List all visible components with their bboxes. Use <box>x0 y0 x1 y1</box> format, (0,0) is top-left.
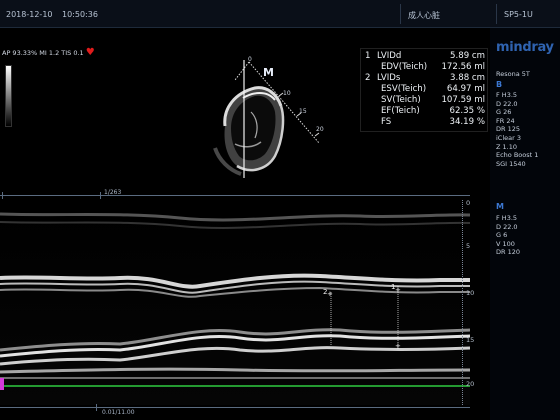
timeline-line[interactable] <box>0 407 470 408</box>
m-param: DR 120 <box>496 248 520 257</box>
cine-position-tick[interactable] <box>100 192 101 199</box>
b-param: G 26 <box>496 108 512 117</box>
measurement-row: EF(Teich) 62.35 % <box>381 106 485 116</box>
header-separator <box>496 4 497 24</box>
b-param: SGI 1540 <box>496 159 526 168</box>
system-model: Resona 5T <box>496 70 530 78</box>
b-param: DR 125 <box>496 125 520 134</box>
right-parameter-panel: mindray Resona 5T B F H3.5 D 22.0 G 26 F… <box>490 28 560 420</box>
probe-name[interactable]: SP5-1U <box>504 10 533 19</box>
depth-5: 5 <box>466 242 471 250</box>
measurement-row: 2 LVIDs 3.88 cm <box>365 73 485 83</box>
measurement-row: ESV(Teich) 64.97 ml <box>381 84 485 94</box>
b-param: FR 24 <box>496 116 515 125</box>
depth-20: 20 <box>466 380 475 388</box>
sector-depth-20: 20 <box>316 126 324 133</box>
timeline-counter: 0.01/11.00 <box>102 409 135 416</box>
caliper-label-1: 1 <box>391 283 396 291</box>
sector-depth-0: 0 <box>248 56 252 63</box>
m-param: V 100 <box>496 239 515 248</box>
exam-preset[interactable]: 成人心脏 <box>408 10 440 21</box>
measurement-row: EDV(Teich) 172.56 ml <box>381 62 485 72</box>
b-mode-sector-image <box>213 60 320 178</box>
sector-depth-10: 10 <box>283 90 291 97</box>
measurement-row: FS 34.19 % <box>381 117 485 127</box>
exam-time: 10:50:36 <box>62 10 98 19</box>
b-param: Echo Boost 1 <box>496 151 539 160</box>
depth-0: 0 <box>466 199 471 207</box>
m-mode-label: M <box>496 202 504 211</box>
b-mode-params: F H3.5 D 22.0 G 26 FR 24 DR 125 iClear 3… <box>490 91 538 168</box>
m-param: F H3.5 <box>496 214 518 222</box>
measurement-results-box[interactable]: 1 LVIDd 5.89 cm EDV(Teich) 172.56 ml 2 L… <box>360 48 488 132</box>
b-param: D 22.0 <box>496 99 518 108</box>
caliper-label-2: 2 <box>323 288 328 296</box>
acoustic-info: AP 93.33% MI 1.2 TIS 0.1 ♥ <box>2 47 95 58</box>
frame-counter: 1/263 <box>104 189 122 196</box>
timeline-tick[interactable] <box>96 404 97 411</box>
depth-15: 15 <box>466 336 475 344</box>
header-separator <box>400 4 401 24</box>
m-mode-params: F H3.5 D 22.0 G 6 V 100 DR 120 <box>490 214 520 257</box>
top-header-bar: 2018-12-10 10:50:36 成人心脏 SP5-1U <box>0 0 560 28</box>
depth-scale-line <box>462 200 464 405</box>
exam-date: 2018-12-10 <box>6 10 53 19</box>
orientation-marker: M <box>263 66 274 79</box>
grayscale-bar <box>5 65 12 127</box>
svg-text:+: + <box>327 290 333 298</box>
m-mode-trace: + + + <box>0 200 470 405</box>
m-param: D 22.0 <box>496 222 518 231</box>
svg-text:+: + <box>395 342 401 350</box>
heart-icon: ♥ <box>85 47 95 58</box>
depth-10: 10 <box>466 289 475 297</box>
sector-depth-15: 15 <box>299 108 307 115</box>
m-param: G 6 <box>496 231 508 240</box>
brand-logo: mindray <box>496 40 554 55</box>
measurement-row: SV(Teich) 107.59 ml <box>381 95 485 105</box>
measurement-row: 1 LVIDd 5.89 cm <box>365 51 485 61</box>
cine-progress-line[interactable] <box>0 195 470 196</box>
b-param: F H3.5 <box>496 91 518 99</box>
b-mode-label: B <box>496 80 503 89</box>
b-param: Z 1.10 <box>496 142 517 151</box>
cine-start-tick <box>2 192 3 199</box>
acoustic-indices: AP 93.33% MI 1.2 TIS 0.1 <box>2 49 84 57</box>
svg-text:+: + <box>395 286 401 294</box>
b-param: iClear 3 <box>496 133 522 142</box>
